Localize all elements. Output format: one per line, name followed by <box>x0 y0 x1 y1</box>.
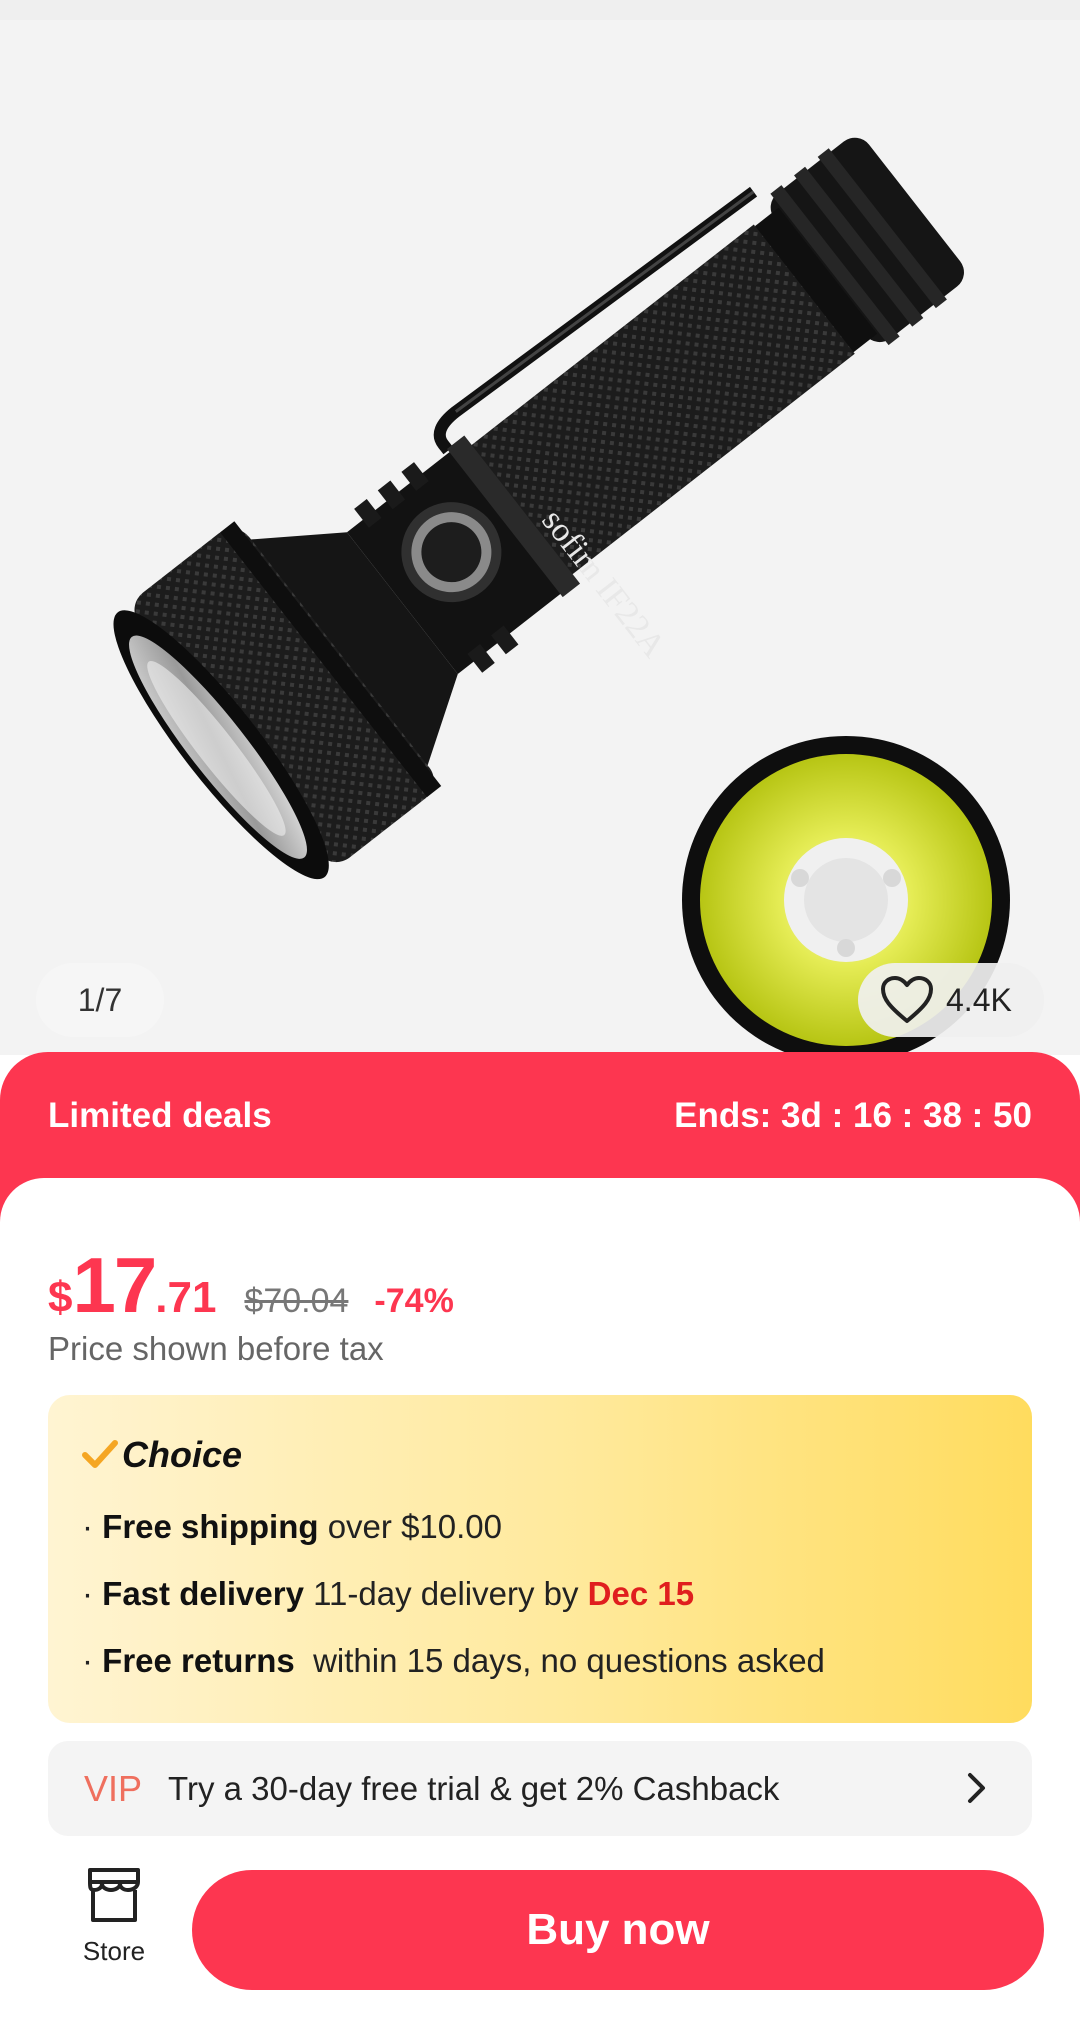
limited-deals-title: Limited deals <box>48 1096 272 1135</box>
image-counter: 1/7 <box>36 963 164 1037</box>
choice-header: Choice <box>82 1430 242 1480</box>
tax-note: Price shown before tax <box>48 1330 384 1367</box>
benefit-text: 11-day delivery by <box>303 1575 588 1612</box>
heart-outline-icon <box>881 976 933 1023</box>
benefit-fast-delivery: · Fast delivery 11-day delivery by Dec 1… <box>82 1575 694 1613</box>
benefit-free-returns: · Free returns within 15 days, no questi… <box>82 1642 825 1680</box>
bullet: · <box>82 1575 103 1612</box>
price-integer: 17 <box>72 1241 157 1329</box>
discount-badge: -74% <box>374 1282 454 1320</box>
store-label: Store <box>82 1936 146 1966</box>
deal-countdown-timer: Ends: 3d : 16 : 38 : 50 <box>674 1096 1032 1135</box>
chevron-right-icon <box>968 1773 985 1803</box>
store-icon <box>88 1868 140 1922</box>
benefit-text: within 15 days, no questions asked <box>294 1642 825 1679</box>
flashlight-product-image: sofirn IF22A <box>113 137 1010 1055</box>
delivery-date: Dec 15 <box>587 1575 695 1612</box>
benefit-free-shipping: · Free shipping over $10.00 <box>82 1508 502 1546</box>
checkmark-icon <box>82 1440 118 1468</box>
favorite-count: 4.4K <box>946 981 1012 1018</box>
bullet: · <box>82 1508 103 1545</box>
vip-tag: VIP <box>84 1767 143 1809</box>
product-image-gallery[interactable]: sofirn IF22A 1/7 4.4K <box>0 20 1080 1055</box>
price-currency: $ <box>48 1273 73 1322</box>
favorite-button[interactable]: 4.4K <box>858 963 1044 1037</box>
original-price: $70.04 <box>244 1282 349 1320</box>
buy-now-button[interactable]: Buy now <box>192 1870 1044 1990</box>
benefit-title: Free shipping <box>102 1508 319 1545</box>
bullet: · <box>82 1642 103 1679</box>
store-button[interactable]: Store <box>60 1866 168 1996</box>
benefit-text: over $10.00 <box>318 1508 502 1545</box>
vip-offer-text: Try a 30-day free trial & get 2% Cashbac… <box>168 1769 780 1807</box>
vip-cashback-row[interactable]: VIP Try a 30-day free trial & get 2% Cas… <box>48 1741 1032 1836</box>
price-row: $ 17 .71 $70.04 -74% <box>48 1240 454 1330</box>
status-strip <box>0 0 1080 20</box>
benefit-title: Fast delivery <box>102 1575 304 1612</box>
benefit-title: Free returns <box>102 1642 295 1679</box>
price-decimal: .71 <box>155 1273 217 1322</box>
choice-label: Choice <box>122 1434 243 1475</box>
